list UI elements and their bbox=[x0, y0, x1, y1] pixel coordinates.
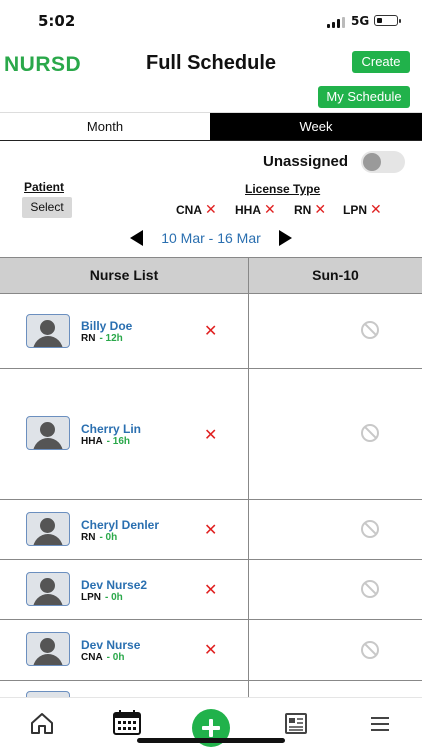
avatar-icon bbox=[26, 632, 70, 666]
license-filter-rn[interactable]: RN ✕ bbox=[294, 201, 326, 218]
nurse-row: Dev Nurse2 LPN - 0h ✕ bbox=[0, 560, 422, 620]
nurse-meta: RN - 12h bbox=[81, 333, 123, 344]
unassigned-label: Unassigned bbox=[263, 153, 349, 170]
license-filter-lpn[interactable]: LPN ✕ bbox=[343, 201, 382, 218]
nurse-list-header: Nurse List bbox=[0, 258, 249, 293]
nurse-meta: RN - 0h bbox=[81, 532, 117, 543]
nurse-row bbox=[0, 681, 422, 698]
date-navigation: 10 Mar - 16 Mar bbox=[0, 228, 422, 250]
nurse-cell[interactable]: Dev Nurse CNA - 0h ✕ bbox=[0, 620, 249, 680]
nurse-cell[interactable] bbox=[0, 681, 249, 698]
nurse-license: HHA bbox=[81, 436, 103, 447]
remove-icon[interactable]: ✕ bbox=[370, 201, 382, 217]
nurse-row: Dev Nurse CNA - 0h ✕ bbox=[0, 620, 422, 681]
unavailable-icon[interactable] bbox=[361, 580, 379, 598]
date-range: 10 Mar - 16 Mar bbox=[161, 230, 261, 246]
nurse-license: RN bbox=[81, 333, 96, 344]
status-time: 5:02 bbox=[38, 12, 76, 30]
status-bar: 5:02 5G bbox=[0, 0, 422, 44]
unavailable-icon[interactable] bbox=[361, 424, 379, 442]
remove-nurse-icon[interactable]: ✕ bbox=[204, 321, 217, 341]
remove-nurse-icon[interactable]: ✕ bbox=[204, 640, 217, 660]
nurse-license: RN bbox=[81, 532, 96, 543]
previous-week-arrow-icon[interactable] bbox=[130, 230, 143, 246]
license-filter-hha[interactable]: HHA ✕ bbox=[235, 201, 276, 218]
license-type-label: License Type bbox=[245, 182, 321, 196]
nurse-license: LPN bbox=[81, 592, 101, 603]
news-icon[interactable] bbox=[282, 698, 310, 751]
tab-week[interactable]: Week bbox=[210, 113, 422, 140]
tab-month[interactable]: Month bbox=[0, 113, 210, 140]
avatar-icon bbox=[26, 416, 70, 450]
grid-header: Nurse List Sun-10 bbox=[0, 258, 422, 294]
nurse-name[interactable]: Cheryl Denler bbox=[81, 518, 159, 532]
nurse-cell[interactable]: Dev Nurse2 LPN - 0h ✕ bbox=[0, 560, 249, 619]
toggle-knob bbox=[363, 153, 381, 171]
remove-icon[interactable]: ✕ bbox=[264, 201, 276, 217]
patient-select-button[interactable]: Select bbox=[22, 197, 72, 218]
license-filter-cna[interactable]: CNA ✕ bbox=[176, 201, 217, 218]
license-name: LPN bbox=[343, 203, 367, 217]
nurse-meta: HHA - 16h bbox=[81, 436, 130, 447]
remove-icon[interactable]: ✕ bbox=[314, 201, 326, 217]
nurse-meta: LPN - 0h bbox=[81, 592, 123, 603]
home-icon[interactable] bbox=[28, 698, 58, 751]
view-tabs: Month Week bbox=[0, 112, 422, 141]
menu-icon[interactable] bbox=[368, 698, 392, 751]
nurse-row: Cherry Lin HHA - 16h ✕ bbox=[0, 369, 422, 500]
nurse-name[interactable]: Dev Nurse2 bbox=[81, 578, 147, 592]
nurse-name[interactable]: Cherry Lin bbox=[81, 422, 141, 436]
nurse-cell[interactable]: Cherry Lin HHA - 16h ✕ bbox=[0, 369, 249, 499]
remove-nurse-icon[interactable]: ✕ bbox=[204, 580, 217, 600]
license-name: HHA bbox=[235, 203, 261, 217]
network-label: 5G bbox=[351, 14, 370, 28]
battery-icon bbox=[374, 15, 401, 26]
day-column-header: Sun-10 bbox=[312, 267, 359, 283]
unassigned-toggle[interactable] bbox=[361, 151, 405, 173]
calendar-icon[interactable] bbox=[112, 698, 142, 751]
nurse-hours: - 0h bbox=[99, 532, 118, 543]
license-name: RN bbox=[294, 203, 312, 217]
unavailable-icon[interactable] bbox=[361, 641, 379, 659]
avatar-icon bbox=[26, 572, 70, 606]
app-header: NURSD Full Schedule Create bbox=[0, 44, 422, 82]
nurse-row: Billy Doe RN - 12h ✕ bbox=[0, 294, 422, 369]
remove-nurse-icon[interactable]: ✕ bbox=[204, 520, 217, 540]
avatar-icon bbox=[26, 314, 70, 348]
license-name: CNA bbox=[176, 203, 202, 217]
my-schedule-button[interactable]: My Schedule bbox=[318, 86, 410, 108]
nurse-row: Cheryl Denler RN - 0h ✕ bbox=[0, 500, 422, 560]
avatar-icon bbox=[26, 512, 70, 546]
nurse-name[interactable]: Dev Nurse bbox=[81, 638, 140, 652]
patient-label: Patient bbox=[24, 180, 65, 194]
next-week-arrow-icon[interactable] bbox=[279, 230, 292, 246]
nurse-cell[interactable]: Billy Doe RN - 12h ✕ bbox=[0, 294, 249, 368]
nurse-meta: CNA - 0h bbox=[81, 652, 124, 663]
nurse-license: CNA bbox=[81, 652, 103, 663]
schedule-grid: Nurse List Sun-10 Billy Doe RN - 12h ✕ Ch… bbox=[0, 257, 422, 698]
unavailable-icon[interactable] bbox=[361, 520, 379, 538]
signal-icon bbox=[327, 17, 345, 28]
create-button[interactable]: Create bbox=[352, 51, 410, 73]
nurse-hours: - 12h bbox=[99, 333, 123, 344]
remove-nurse-icon[interactable]: ✕ bbox=[204, 425, 217, 445]
nurse-hours: - 16h bbox=[106, 436, 131, 447]
nurse-hours: - 0h bbox=[106, 652, 125, 663]
nurse-hours: - 0h bbox=[105, 592, 123, 603]
nurse-cell[interactable]: Cheryl Denler RN - 0h ✕ bbox=[0, 500, 249, 559]
nurse-name[interactable]: Billy Doe bbox=[81, 319, 132, 333]
unavailable-icon[interactable] bbox=[361, 321, 379, 339]
home-indicator bbox=[137, 738, 285, 743]
remove-icon[interactable]: ✕ bbox=[205, 201, 217, 217]
